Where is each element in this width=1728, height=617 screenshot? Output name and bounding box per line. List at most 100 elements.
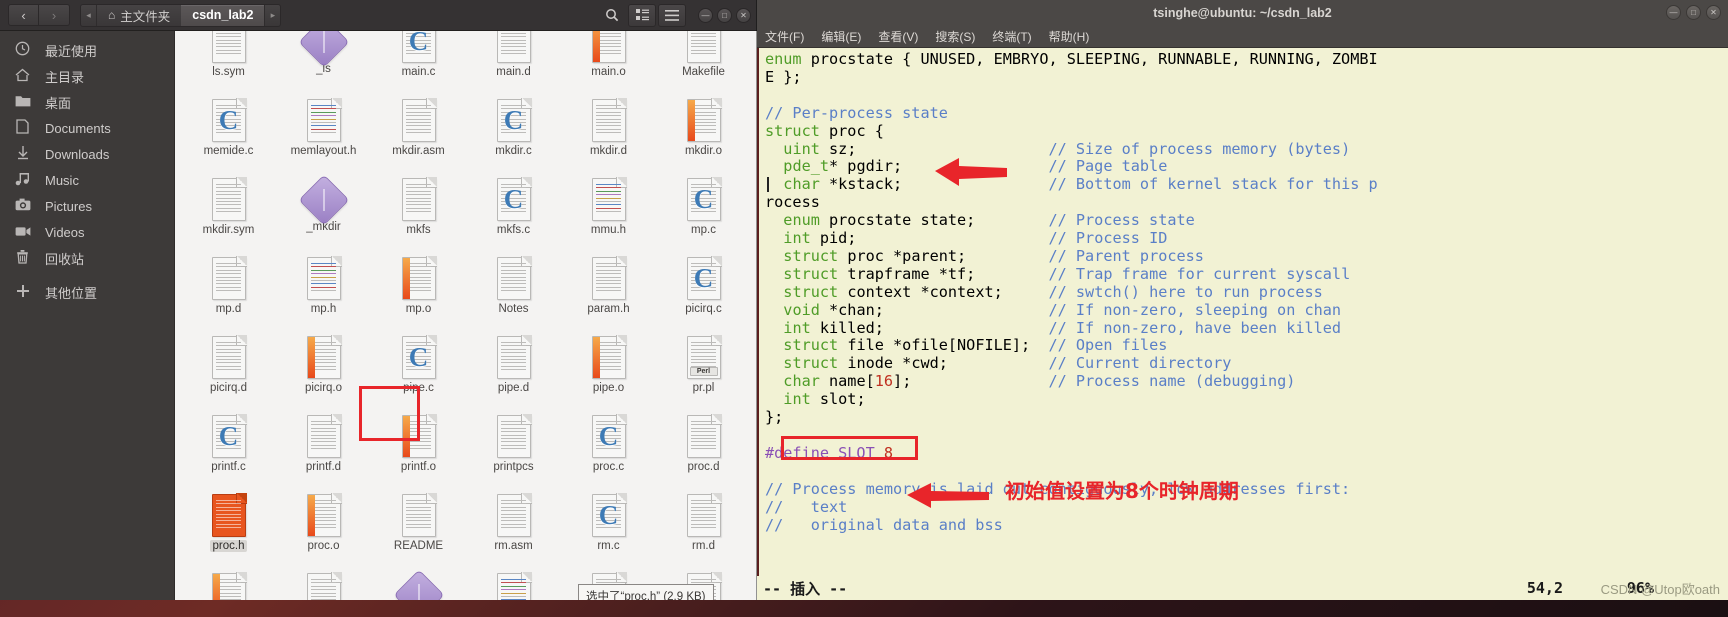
file-item[interactable]: mkdir.d <box>561 96 656 175</box>
sidebar-item-Documents[interactable]: Documents <box>0 115 174 141</box>
file-item[interactable]: Cmkfs.c <box>466 175 561 254</box>
file-item[interactable]: ls.sym <box>181 31 276 96</box>
file-name-label: printf.d <box>305 461 342 473</box>
download-icon <box>14 145 31 163</box>
file-item[interactable]: Cmkdir.c <box>466 96 561 175</box>
sidebar-item-其他位置[interactable]: 其他位置 <box>0 279 174 305</box>
file-item[interactable]: pipe.o <box>561 333 656 412</box>
file-item[interactable]: rm.asm <box>466 491 561 570</box>
file-item[interactable]: README <box>371 491 466 570</box>
breadcrumb-item-current[interactable]: csdn_lab2 <box>181 4 265 26</box>
file-item[interactable]: mp.o <box>371 254 466 333</box>
file-item[interactable]: printf.o <box>371 412 466 491</box>
file-item[interactable]: main.o <box>561 31 656 96</box>
object-file-icon <box>401 256 437 300</box>
terminal-menu-帮助H[interactable]: 帮助(H) <box>1049 28 1090 45</box>
file-item[interactable]: param.h <box>561 254 656 333</box>
file-name-label: main.c <box>401 66 436 78</box>
file-item[interactable]: Cpicirq.c <box>656 254 751 333</box>
search-icon[interactable] <box>598 4 626 27</box>
terminal-screen[interactable]: enum procstate { UNUSED, EMBRYO, SLEEPIN… <box>757 48 1728 576</box>
sidebar-item-Videos[interactable]: Videos <box>0 219 174 245</box>
sidebar-item-桌面[interactable]: 桌面 <box>0 89 174 115</box>
minimize-button[interactable]: — <box>698 7 713 23</box>
file-item[interactable]: picirq.d <box>181 333 276 412</box>
file-item[interactable]: _mkdir <box>276 174 371 254</box>
breadcrumb-right-arrow-icon[interactable]: ▸ <box>264 4 280 26</box>
file-item[interactable]: printpcs <box>466 412 561 491</box>
file-item[interactable]: Crm.c <box>561 491 656 570</box>
file-item[interactable]: picirq.o <box>276 333 371 412</box>
sidebar-item-Downloads[interactable]: Downloads <box>0 141 174 167</box>
plain-file-icon <box>401 493 437 537</box>
sidebar-item-Music[interactable]: Music <box>0 167 174 193</box>
file-item[interactable]: Cmp.c <box>656 175 751 254</box>
file-item[interactable]: Makefile <box>656 31 751 96</box>
terminal-close-button[interactable]: ✕ <box>1706 5 1721 20</box>
sidebar-item-最近使用[interactable]: 最近使用 <box>0 37 174 63</box>
file-item[interactable]: main.d <box>466 31 561 96</box>
terminal-menu-编辑E[interactable]: 编辑(E) <box>821 28 861 45</box>
terminal-maximize-button[interactable]: □ <box>1686 5 1701 20</box>
file-item[interactable]: Cmemide.c <box>181 96 276 175</box>
sidebar-item-主目录[interactable]: 主目录 <box>0 63 174 89</box>
terminal-code-line: // Per-process state <box>765 103 948 122</box>
breadcrumb-item-home[interactable]: ⌂ 主文件夹 <box>97 5 181 26</box>
file-item[interactable]: Cmain.c <box>371 31 466 96</box>
file-item[interactable]: Perl pr.pl <box>656 333 751 412</box>
back-button[interactable]: ‹ <box>8 4 39 26</box>
file-item[interactable]: mp.h <box>276 254 371 333</box>
plain-file-icon <box>211 177 247 221</box>
file-name-label: rm.asm <box>494 540 533 552</box>
file-item[interactable]: pipe.d <box>466 333 561 412</box>
grid-view-icon[interactable] <box>628 3 656 27</box>
file-item[interactable]: Notes <box>466 254 561 333</box>
terminal-code-line: struct proc { <box>765 121 884 140</box>
file-item[interactable]: printf.d <box>276 412 371 491</box>
file-item[interactable]: mkdir.asm <box>371 96 466 175</box>
file-item[interactable]: rm.o <box>181 570 276 600</box>
breadcrumb: ◂ ⌂ 主文件夹 csdn_lab2 ▸ <box>80 3 282 27</box>
file-list-area[interactable]: ls.sym _ls Cmain.c main.d main.o Makefile Cmem… <box>175 31 757 600</box>
hamburger-menu-icon[interactable] <box>658 3 686 27</box>
file-item[interactable]: Cprintf.c <box>181 412 276 491</box>
terminal-code-line: char *kstack; // Bottom of kernel stack … <box>783 175 1378 194</box>
file-item[interactable]: runoff <box>466 570 561 600</box>
plain-file-icon <box>401 177 437 221</box>
terminal-menu-查看V[interactable]: 查看(V) <box>878 28 918 45</box>
window-controls: — □ ✕ <box>698 7 751 23</box>
file-item[interactable]: mkdir.o <box>656 96 751 175</box>
file-item[interactable]: Cproc.c <box>561 412 656 491</box>
file-name-label: pipe.o <box>592 382 625 394</box>
trash-icon <box>14 249 31 267</box>
breadcrumb-left-arrow-icon[interactable]: ◂ <box>81 4 97 26</box>
file-name-label: memlayout.h <box>290 145 357 157</box>
file-item[interactable]: mmu.h <box>561 175 656 254</box>
file-item[interactable]: proc.d <box>656 412 751 491</box>
forward-button[interactable]: › <box>39 4 70 26</box>
file-item[interactable]: Cpipe.c <box>371 333 466 412</box>
terminal-menu-文件F[interactable]: 文件(F) <box>765 28 804 45</box>
file-item[interactable]: proc.h <box>181 491 276 570</box>
file-item[interactable]: memlayout.h <box>276 96 371 175</box>
terminal-minimize-button[interactable]: — <box>1666 5 1681 20</box>
file-item[interactable]: mp.d <box>181 254 276 333</box>
terminal-code-line: #define SLOT 8 <box>765 443 894 462</box>
home-icon <box>14 68 31 85</box>
sidebar-item-Pictures[interactable]: Pictures <box>0 193 174 219</box>
plain-file-icon <box>306 572 342 600</box>
file-name-label: pr.pl <box>692 382 715 394</box>
close-button[interactable]: ✕ <box>736 7 751 23</box>
sidebar-item-回收站[interactable]: 回收站 <box>0 245 174 271</box>
terminal-menu-终端T[interactable]: 终端(T) <box>992 28 1031 45</box>
terminal-code-line: enum procstate { UNUSED, EMBRYO, SLEEPIN… <box>765 50 1378 68</box>
file-item[interactable]: _ls <box>276 31 371 96</box>
terminal-menu-搜索S[interactable]: 搜索(S) <box>935 28 975 45</box>
file-item[interactable]: proc.o <box>276 491 371 570</box>
maximize-button[interactable]: □ <box>717 7 732 23</box>
file-item[interactable]: _rm <box>371 569 466 600</box>
file-item[interactable]: rm.d <box>656 491 751 570</box>
file-item[interactable]: mkdir.sym <box>181 175 276 254</box>
file-item[interactable]: mkfs <box>371 175 466 254</box>
file-item[interactable]: rm.sym <box>276 570 371 600</box>
